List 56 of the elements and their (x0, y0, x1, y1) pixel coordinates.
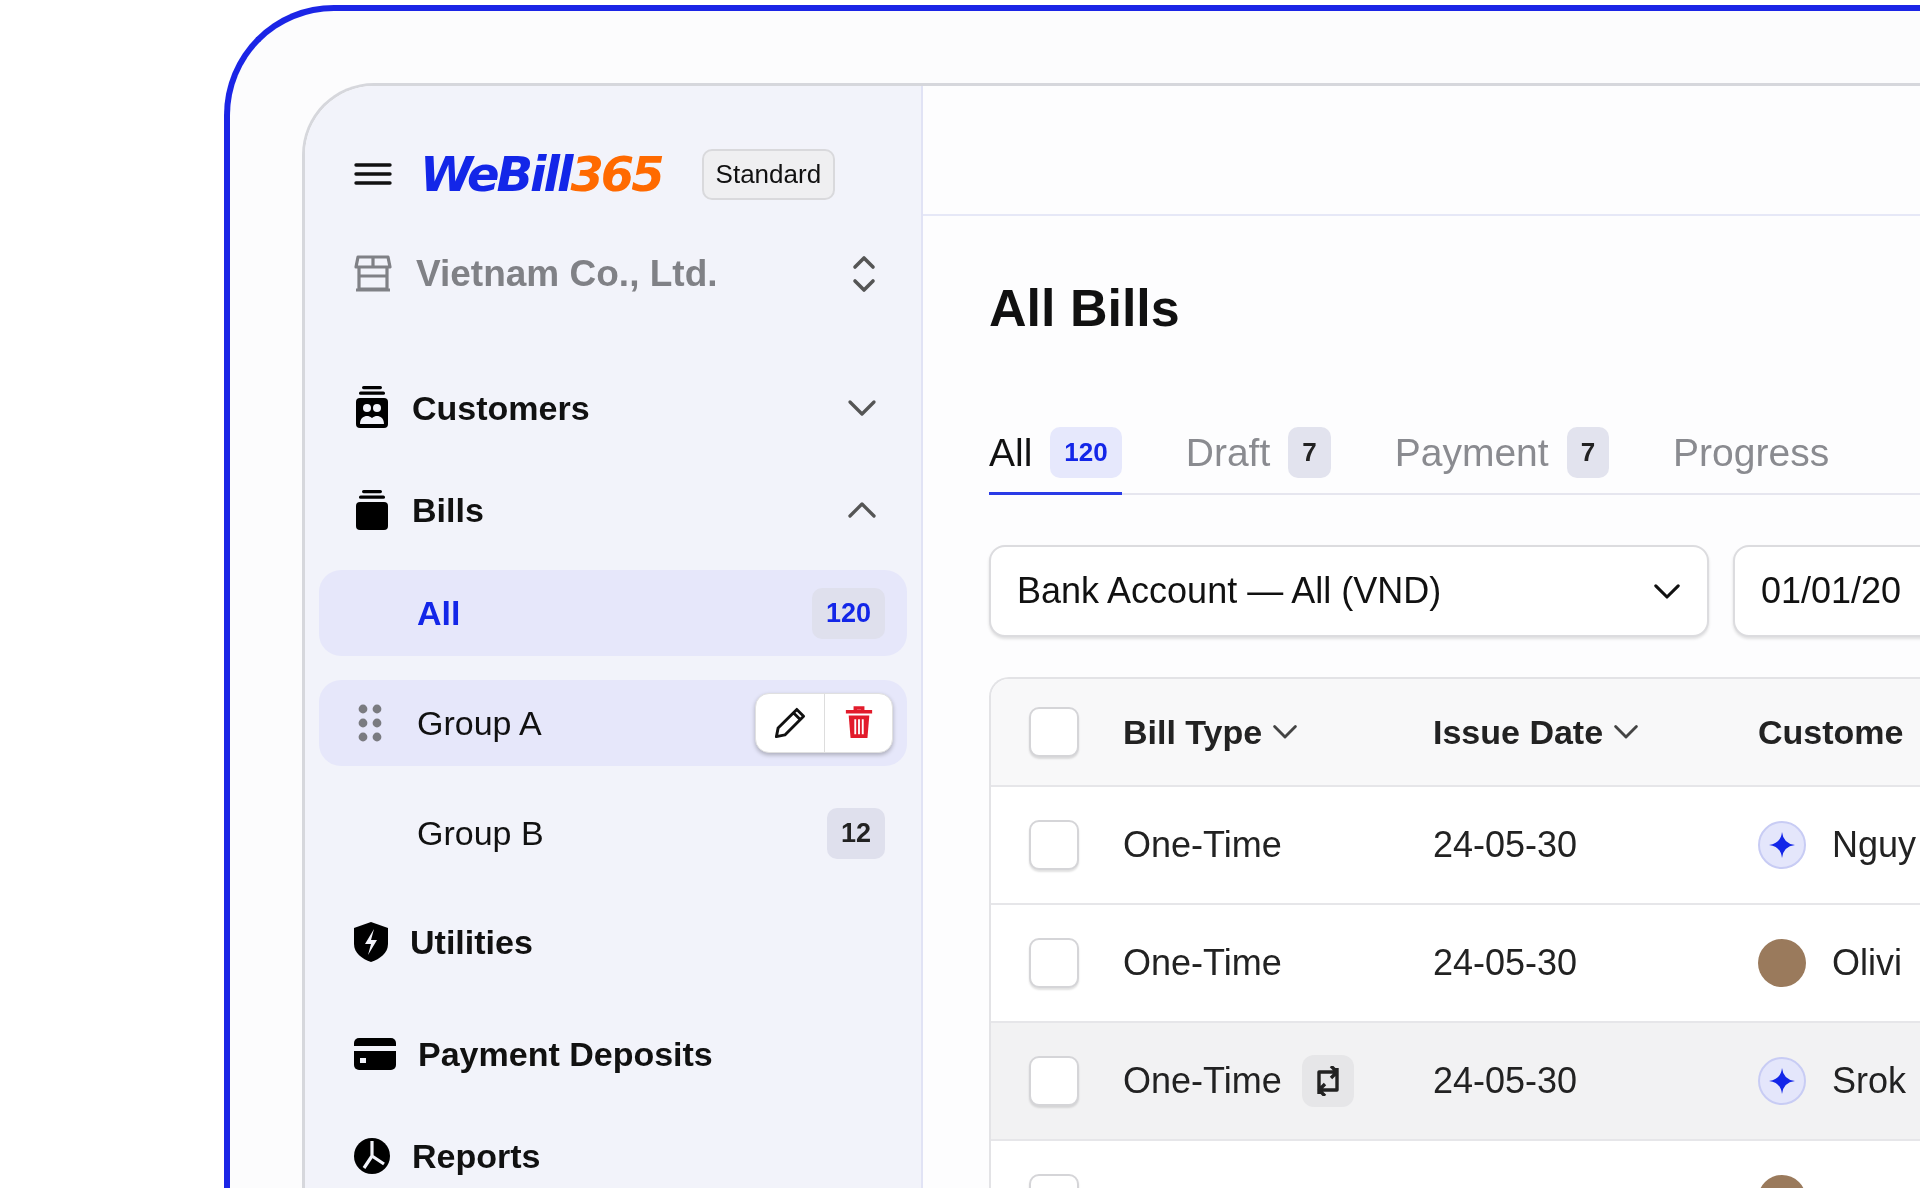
column-header[interactable]: Issue Date (1433, 712, 1758, 752)
count-badge: 7 (1566, 427, 1610, 478)
chevron-down-icon (847, 399, 877, 417)
table-cell: One-Time (1123, 942, 1282, 984)
nav-item[interactable]: Customers (319, 372, 907, 444)
table-cell: Nguy (1832, 824, 1917, 866)
people-icon (354, 386, 390, 430)
up-down-chevron-icon[interactable] (851, 255, 877, 293)
nav-item[interactable]: Utilities (319, 906, 907, 978)
card-icon (354, 1038, 396, 1070)
plan-badge: Standard (701, 148, 836, 200)
trash-icon (843, 706, 874, 740)
menu-icon[interactable] (354, 162, 392, 186)
count-badge: 120 (811, 587, 885, 639)
nav-subitem[interactable]: Group A (319, 680, 907, 766)
table-cell: One-Time (1123, 824, 1282, 866)
nav-item[interactable]: Payment Deposits (319, 1018, 907, 1090)
sort-chevron-icon (1613, 724, 1640, 740)
logo: WeBill365 (420, 146, 662, 202)
table-cell: 24-05-30 (1433, 824, 1578, 866)
sparkle-icon (1769, 832, 1795, 858)
stack-icon (354, 490, 390, 530)
nav-subitem[interactable]: Group B 12 (319, 790, 907, 876)
sort-chevron-icon (1272, 724, 1299, 740)
page-title: All Bills (989, 278, 1181, 339)
nav-item[interactable]: Bills (319, 474, 907, 546)
row-checkbox[interactable] (1029, 820, 1079, 870)
select-all-checkbox[interactable] (1029, 707, 1079, 757)
tab[interactable]: Payment 7 (1394, 426, 1610, 495)
chevron-up-icon (847, 501, 877, 519)
tab[interactable]: Draft 7 (1185, 426, 1331, 495)
table-cell: Olivi (1832, 942, 1902, 984)
count-badge: 120 (1050, 427, 1122, 478)
store-icon (354, 255, 392, 293)
chevron-down-icon (1653, 582, 1681, 600)
sparkle-icon (1769, 1068, 1795, 1094)
shield-bolt-icon (354, 922, 388, 962)
bank-account-dropdown[interactable]: Bank Account — All (VND) (989, 545, 1709, 637)
pie-chart-icon (354, 1138, 390, 1174)
tab[interactable]: All 120 (989, 426, 1122, 495)
column-header[interactable]: Bill Type (1123, 712, 1433, 752)
row-checkbox[interactable] (1029, 1056, 1079, 1106)
table-cell: 24-05-30 (1433, 1060, 1578, 1102)
table-cell: One-Time (1123, 1060, 1282, 1102)
pencil-icon (773, 706, 807, 740)
count-badge: 12 (826, 807, 885, 859)
table-cell: Srok (1832, 1060, 1907, 1102)
date-field[interactable]: 01/01/20 (1733, 545, 1920, 637)
count-badge: 7 (1288, 427, 1331, 478)
company-name: Vietnam Co., Ltd. (416, 253, 719, 295)
drag-handle-icon[interactable] (357, 703, 383, 743)
table-cell: 24-05-30 (1433, 942, 1578, 984)
nav-subitem[interactable]: All 120 (319, 570, 907, 656)
column-header[interactable]: Custome (1758, 712, 1920, 752)
nav-item[interactable]: Reports (319, 1120, 907, 1188)
row-checkbox[interactable] (1029, 938, 1079, 988)
